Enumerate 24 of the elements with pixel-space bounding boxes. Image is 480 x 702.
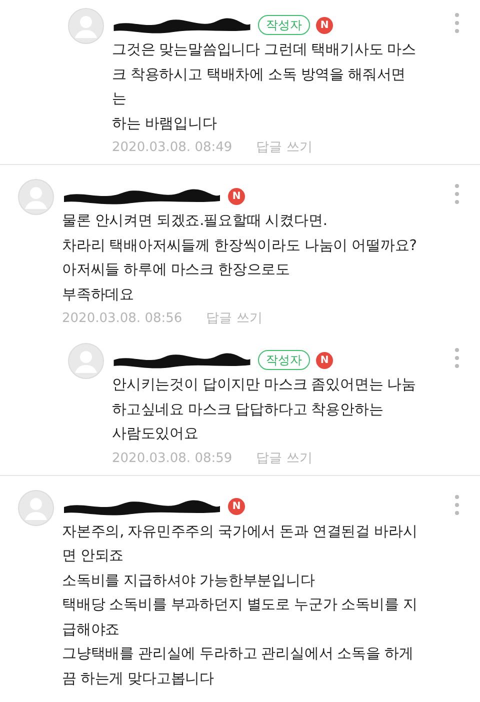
avatar-icon[interactable] [68, 8, 104, 44]
avatar-icon[interactable] [18, 490, 54, 526]
new-badge: N [228, 498, 245, 515]
comment-date: 2020.03.08. 08:56 [62, 310, 182, 328]
reply-link[interactable]: 답글 쓰기 [206, 309, 262, 329]
comment-date: 2020.03.08. 08:59 [112, 450, 232, 468]
new-badge: N [316, 16, 333, 34]
comment-text: 물론 안시켜면 되겠죠.필요할때 시켰다면. 차라리 택배아저씨들께 한장씩이라도 나눔이 어떨까요? 아저씨들 하루에 마스크 한장으로도 부족하데요 [62, 212, 418, 304]
avatar-icon[interactable] [68, 343, 104, 379]
more-icon[interactable] [454, 494, 460, 516]
more-icon[interactable] [454, 12, 460, 34]
reply-link[interactable]: 답글 쓰기 [256, 448, 312, 468]
more-icon[interactable] [454, 183, 460, 205]
new-badge: N [316, 352, 333, 368]
comment-text: 그것은 맞는말씀입니다 그런데 택배기사도 마스 크 착용하시고 택배차에 소독 방역을 해줘서면 는 하는 바램입니다 [112, 41, 418, 134]
comment-text: 안시키는것이 답이지만 마스크 좀있어면는 나눔 하고싶네요 마스크 답답하다고 착용안하는 사람도있어요 [112, 376, 418, 444]
reply-link[interactable]: 답글 쓰기 [256, 138, 312, 158]
comment-date: 2020.03.08. 08:49 [112, 139, 232, 157]
new-badge: N [228, 188, 245, 204]
avatar-icon[interactable] [18, 179, 54, 215]
author-badge: 작성자 [258, 15, 310, 35]
more-icon[interactable] [454, 347, 460, 369]
comment-text: 자본주의, 자유민주주의 국가에서 돈과 연결된걸 바라시 면 안되죠 소독비를 지급하셔야 가능한부분입니다 택배당 소독비를 부과하던지 별도로 누군가 소독비를 지 급해야죠 그냥택배를 관리실에 두라하고 관리실에서 소독을 하게 끔 하는게 맞다고봅니다 [62, 522, 418, 688]
author-badge: 작성자 [258, 350, 310, 370]
